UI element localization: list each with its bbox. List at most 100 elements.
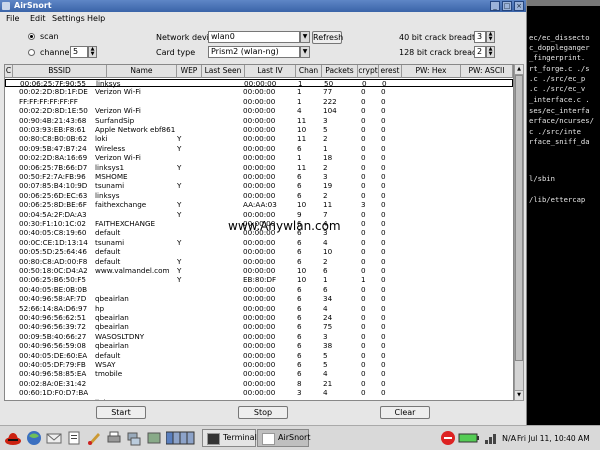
table-row[interactable]: 00:40:05:DF:79:FB WSAY 00:00:00 6 5 0 0 (5, 361, 513, 369)
network-device-input[interactable]: wlan0 (208, 31, 300, 43)
clear-button[interactable]: Clear (380, 406, 430, 419)
channel-radio[interactable] (28, 49, 35, 56)
cell-chan: 6 (297, 247, 302, 257)
table-row[interactable]: 00:80:C8:AD:00:F8 default Y 00:00:00 6 2 0 0 (5, 257, 513, 266)
writer-icon[interactable] (66, 430, 82, 446)
col-wep-header[interactable]: WEP (177, 65, 202, 78)
redhat-menu-icon[interactable] (4, 430, 22, 446)
table-row[interactable]: 00:09:5B:40:66:27 WASOSLTDNY 00:00:00 6 3 0 0 (5, 332, 513, 341)
network-icon[interactable] (126, 430, 142, 446)
scroll-up-arrow[interactable]: ▲ (515, 65, 523, 75)
menu-settings[interactable]: Settings (52, 14, 85, 23)
table-row[interactable]: 00:03:93:EB:F8:61 Apple Network ebf861 00:… (5, 126, 513, 134)
table-row[interactable]: 00:04:5A:2F:DA:A3 Y 00:00:00 9 7 0 0 (5, 210, 513, 219)
col-pw-hex-header[interactable]: PW: Hex (402, 65, 461, 78)
crack128-spinner[interactable]: ▲ ▼ (486, 46, 495, 58)
cell-crypt: 0 (361, 341, 366, 351)
workspace-switcher-icon[interactable] (166, 430, 196, 446)
menu-file[interactable]: File (6, 14, 19, 23)
col-name-header[interactable]: Name (107, 65, 177, 78)
table-row[interactable]: 00:40:05:BE:0B:0B 00:00:00 6 6 0 0 (5, 285, 513, 294)
channel-spinner[interactable]: ▲ ▼ (88, 46, 97, 58)
table-row[interactable]: 00:06:25:8D:BE:6F faithexchange Y AA:AA:03 1… (5, 201, 513, 209)
table-row[interactable]: 52:66:14:8A:D6:97 hp 00:00:00 6 4 0 0 (5, 304, 513, 313)
taskbar-airsnort[interactable]: AirSnort (257, 429, 310, 447)
refresh-button[interactable]: Refresh (312, 31, 343, 44)
table-row[interactable]: 00:06:25:C3:89:E1 linksys 00:00:00 7 85 0 0 (5, 398, 513, 400)
paint-icon[interactable] (86, 430, 102, 446)
table-row[interactable]: 00:50:F2:7A:FB:96 MSHOME 00:00:00 6 3 0 0 (5, 173, 513, 181)
col-crypt-header[interactable]: crypt (358, 65, 379, 78)
files-icon[interactable] (146, 430, 162, 446)
table-row[interactable]: 00:40:96:56:39:72 qbeairlan 00:00:00 6 75 0 0 (5, 323, 513, 331)
minimize-button[interactable]: _ (490, 1, 500, 11)
menu-help[interactable]: Help (87, 14, 105, 23)
maximize-button[interactable]: □ (502, 1, 512, 11)
cell-erest: 0 (381, 181, 386, 191)
col-pw-ascii-header[interactable]: PW: ASCII (461, 65, 513, 78)
scroll-down-arrow[interactable]: ▼ (515, 390, 523, 400)
table-row[interactable]: 00:60:1D:F0:D7:BA 00:00:00 3 4 0 0 (5, 389, 513, 397)
table-row[interactable]: 00:06:25:7B:66:D7 linksys1 Y 00:00:00 11 2 0 0 (5, 162, 513, 172)
table-scrollbar[interactable]: ▲ ▼ (514, 64, 524, 401)
table-row[interactable]: 00:05:5D:25:64:46 default 00:00:00 6 10 0 0 (5, 248, 513, 256)
cell-packets: 11 (323, 200, 333, 210)
col-c-header[interactable]: C (5, 65, 13, 78)
terminal-titlebar[interactable] (527, 0, 600, 6)
close-button[interactable]: × (514, 1, 524, 11)
table-row[interactable]: 00:0C:CE:1D:13:14 tsunami Y 00:00:00 6 4 0 0 (5, 238, 513, 247)
channel-input[interactable]: 5 (70, 46, 88, 58)
cell-chan: 11 (297, 134, 307, 144)
table-row[interactable]: 00:40:96:58:85:EA tmobile 00:00:00 6 4 0 0 (5, 370, 513, 378)
stop-button[interactable]: Stop (238, 406, 288, 419)
table-row[interactable]: 00:07:85:B4:10:9D tsunami Y 00:00:00 6 19 0 0 (5, 182, 513, 190)
table-row[interactable]: 00:02:2D:8A:16:69 Verizon Wi-Fi 00:00:00 1 1… (5, 154, 513, 162)
col-bssid-header[interactable]: BSSID (13, 65, 107, 78)
table-row[interactable]: 00:02:2D:8D:1F:DE Verizon Wi-Fi 00:00:00 1 7… (5, 88, 513, 96)
table-row[interactable]: 00:02:8A:0E:31:42 00:00:00 8 21 0 0 (5, 379, 513, 388)
terminal-window[interactable]: ec/ec_dissecto c_doppleganger _fingerprint… (527, 0, 600, 425)
printer-icon[interactable] (106, 430, 122, 446)
table-row[interactable]: 00:90:4B:21:43:68 SurfandSip 00:00:00 11 3 0 0 (5, 116, 513, 125)
table-row[interactable]: 00:80:C8:B0:0B:62 loki Y 00:00:00 11 2 0 0 (5, 135, 513, 143)
clock[interactable]: Fri Jul 11, 10:40 AM (517, 434, 590, 443)
airsnort-window: AirSnort _ □ × File Edit Settings Help s… (0, 0, 527, 425)
card-type-dropdown[interactable]: ▼ (300, 46, 310, 58)
crack40-input[interactable]: 3 (474, 31, 486, 43)
table-row[interactable]: 00:02:2D:8D:1E:50 Verizon Wi-Fi 00:00:00 4 1… (5, 107, 513, 115)
table-row[interactable]: 00:40:96:58:AF:7D qbeairlan 00:00:00 6 34 0 0 (5, 295, 513, 303)
table-row[interactable]: 00:09:5B:47:B7:24 Wireless Y 00:00:00 6 1 0 0 (5, 144, 513, 153)
crack128-input[interactable]: 2 (474, 46, 486, 58)
table-row[interactable]: 00:40:96:56:62:51 qbeairlan 00:00:00 6 24 0 0 (5, 314, 513, 322)
cell-last-iv: 00:00:00 (243, 369, 276, 379)
table-row[interactable]: 00:40:05:DE:60:EA default 00:00:00 6 5 0 0 (5, 351, 513, 360)
crack40-spinner[interactable]: ▲ ▼ (486, 31, 495, 43)
table-row[interactable]: FF:FF:FF:FF:FF:FF 00:00:00 1 222 0 0 (5, 97, 513, 106)
scroll-thumb[interactable] (515, 75, 523, 361)
wireless-status-icon[interactable] (484, 430, 500, 446)
taskbar-terminal[interactable]: Terminal (202, 429, 257, 447)
network-device-dropdown[interactable]: ▼ (300, 31, 310, 43)
col-last-seen-header[interactable]: Last Seen (202, 65, 245, 78)
cell-last-iv: 00:00:00 (243, 360, 276, 369)
table-row[interactable]: 00:06:25:7F:90:55 linksys 00:00:00 1 50 0 0 (5, 79, 513, 88)
start-button[interactable]: Start (96, 406, 146, 419)
window-titlebar[interactable]: AirSnort _ □ × (0, 0, 526, 12)
mail-icon[interactable] (46, 430, 62, 446)
cell-name: linksys1 (95, 162, 125, 172)
col-last-iv-header[interactable]: Last IV (245, 65, 296, 78)
no-entry-icon[interactable] (440, 430, 456, 446)
table-row[interactable]: 00:40:96:56:59:08 qbeairlan 00:00:00 6 38 0 0 (5, 342, 513, 350)
table-row[interactable]: 00:50:18:0C:D4:A2 www.valmandel.com Y 00:00… (5, 267, 513, 275)
cell-packets: 85 (323, 398, 332, 400)
menu-edit[interactable]: Edit (30, 14, 46, 23)
table-row[interactable]: 00:06:25:B6:50:F5 Y EB:80:DF 10 1 1 0 (5, 276, 513, 284)
browser-icon[interactable] (26, 430, 42, 446)
card-type-select[interactable]: Prism2 (wlan-ng) (208, 46, 300, 58)
cell-packets: 2 (323, 190, 328, 200)
col-packets-header[interactable]: Packets (322, 65, 358, 78)
table-row[interactable]: 00:06:25:6D:EC:63 linksys 00:00:00 6 2 0 0 (5, 190, 513, 200)
col-chan-header[interactable]: Chan (296, 65, 322, 78)
scan-radio[interactable] (28, 33, 35, 40)
col-erest-header[interactable]: erest (379, 65, 402, 78)
